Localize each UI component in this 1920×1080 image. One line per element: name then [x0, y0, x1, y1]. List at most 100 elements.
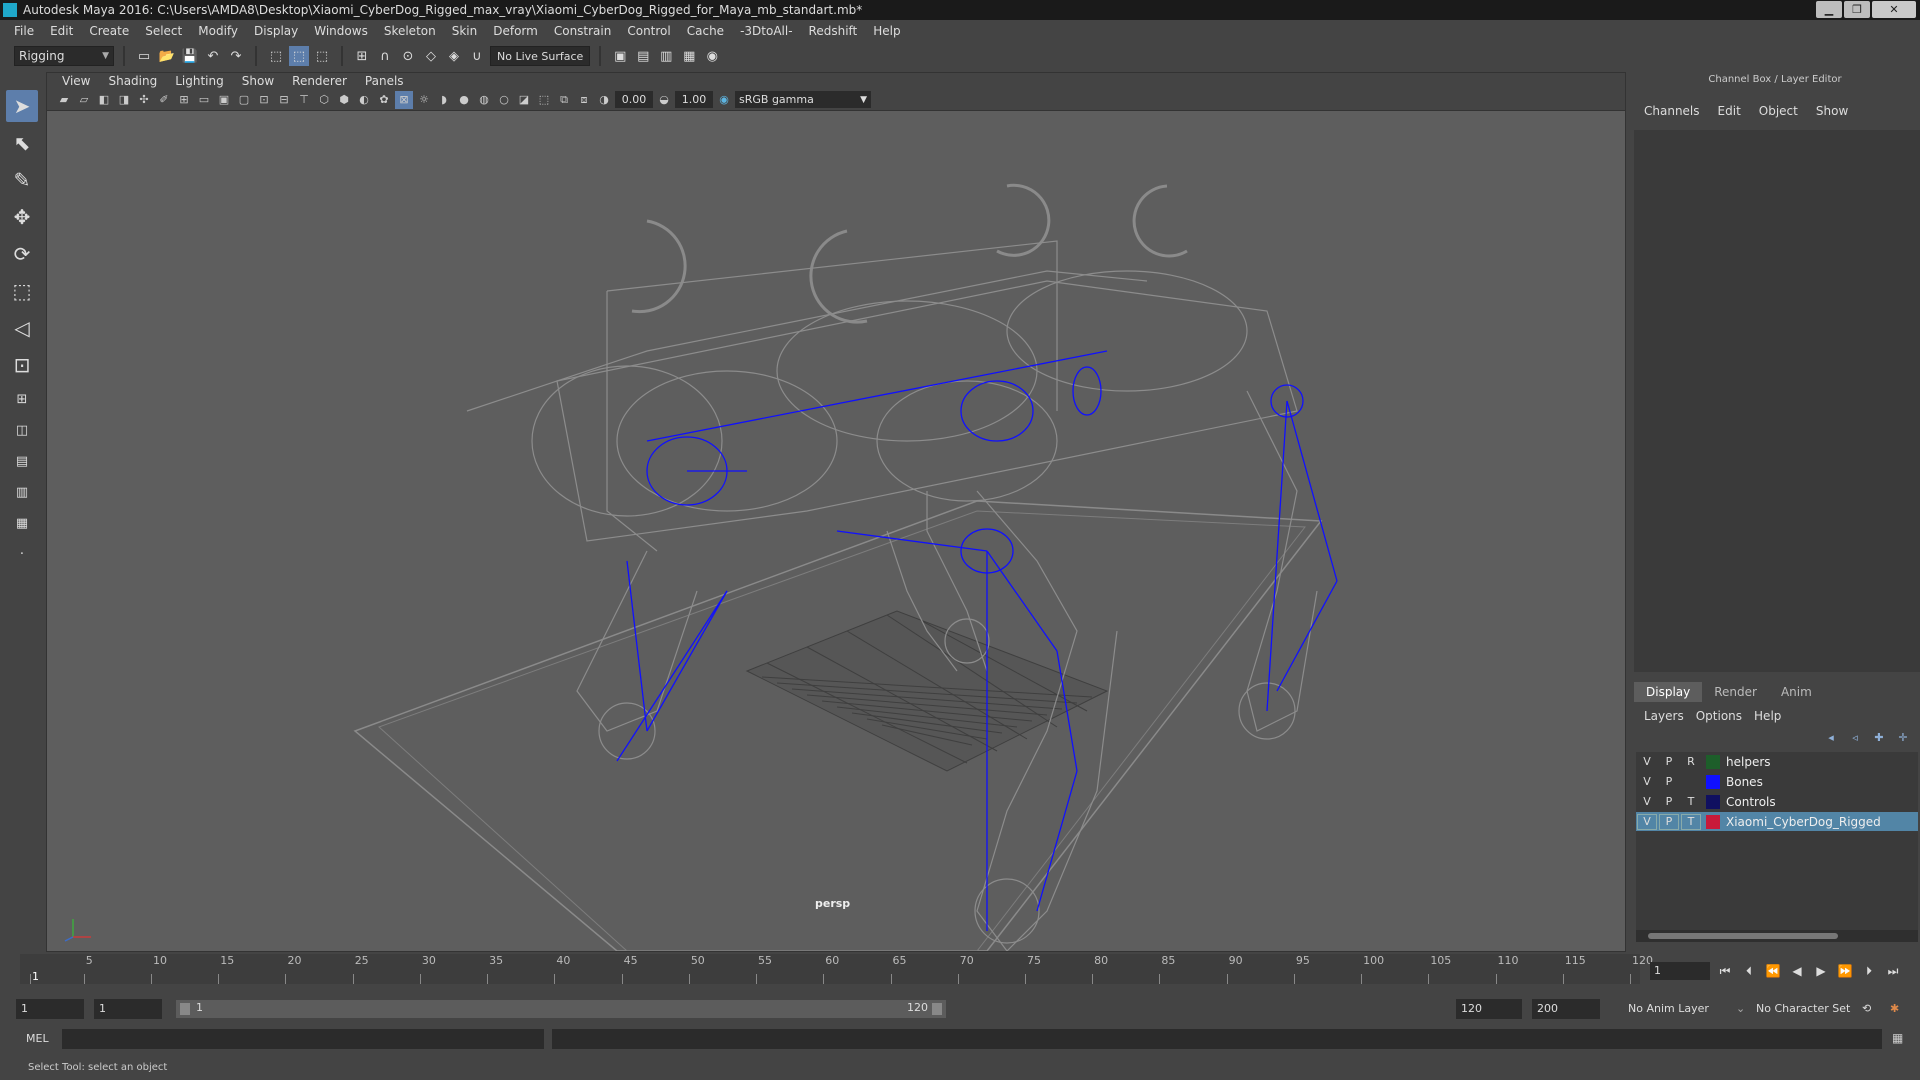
restore-button[interactable]: ❐	[1844, 1, 1870, 18]
gamma-field[interactable]: 1.00	[675, 91, 713, 108]
exposure-icon[interactable]: ◑	[595, 91, 613, 109]
undo-icon[interactable]: ↶	[203, 46, 223, 66]
show-manipulator-icon[interactable]: ⊡	[6, 349, 38, 381]
camera-icon[interactable]: ▰	[55, 91, 73, 109]
vp-menu-shading[interactable]: Shading	[99, 74, 166, 88]
render-frame-icon[interactable]: ▤	[633, 46, 653, 66]
motion-blur-icon[interactable]: ◍	[475, 91, 493, 109]
minimize-button[interactable]: ▁	[1816, 1, 1842, 18]
tab-render[interactable]: Render	[1702, 682, 1769, 702]
visibility-toggle[interactable]: V	[1636, 755, 1658, 768]
redo-icon[interactable]: ↷	[226, 46, 246, 66]
menuset-dropdown[interactable]: Rigging ▼	[14, 46, 114, 66]
select-hierarchy-icon[interactable]: ⬚	[266, 46, 286, 66]
menu-layer-help[interactable]: Help	[1754, 709, 1781, 723]
layer-row-selected[interactable]: V P T Xiaomi_CyberDog_Rigged	[1636, 812, 1918, 832]
isolate-select-icon[interactable]: ⬚	[535, 91, 553, 109]
menu-3dtoall[interactable]: -3DtoAll-	[732, 24, 800, 38]
auto-key-icon[interactable]: ⟲	[1862, 999, 1871, 1019]
colorspace-dropdown[interactable]: sRGB gamma ▼	[735, 91, 871, 108]
menu-object[interactable]: Object	[1759, 104, 1798, 128]
go-to-end-icon[interactable]: ⏭	[1884, 962, 1902, 980]
character-set-dropdown[interactable]: No Character Set	[1756, 999, 1850, 1019]
snap-curve-icon[interactable]: ∩	[375, 46, 395, 66]
smooth-shade-icon[interactable]: ⬢	[335, 91, 353, 109]
layer-horizontal-scrollbar[interactable]	[1636, 930, 1918, 942]
last-tool-icon[interactable]: ◁	[6, 312, 38, 344]
resolution-gate-icon[interactable]: ▣	[215, 91, 233, 109]
menu-deform[interactable]: Deform	[485, 24, 546, 38]
close-button[interactable]: ✕	[1872, 1, 1916, 18]
script-editor-icon[interactable]: ▦	[1892, 1031, 1908, 1047]
playback-start-field[interactable]: 1	[94, 999, 162, 1019]
ipr-render-icon[interactable]: ▥	[656, 46, 676, 66]
camera-attributes-icon[interactable]: ▱	[75, 91, 93, 109]
layer-color-swatch[interactable]	[1706, 794, 1720, 809]
vp-menu-view[interactable]: View	[53, 74, 99, 88]
menu-edit[interactable]: Edit	[42, 24, 81, 38]
move-tool-icon[interactable]: ✥	[6, 201, 38, 233]
playback-toggle[interactable]: P	[1659, 813, 1679, 830]
select-component-icon[interactable]: ⬚	[312, 46, 332, 66]
vp-menu-lighting[interactable]: Lighting	[166, 74, 233, 88]
menu-select[interactable]: Select	[137, 24, 190, 38]
step-forward-key-icon[interactable]: ⏩	[1836, 962, 1854, 980]
animation-start-field[interactable]: 1	[16, 999, 84, 1019]
anti-alias-icon[interactable]: ○	[495, 91, 513, 109]
lasso-tool-icon[interactable]: ⬉	[6, 127, 38, 159]
visibility-toggle[interactable]: V	[1636, 795, 1658, 808]
lights-icon[interactable]: ☼	[415, 91, 433, 109]
grease-pencil-icon[interactable]: ✐	[155, 91, 173, 109]
menu-cache[interactable]: Cache	[679, 24, 732, 38]
step-back-icon[interactable]: ⏴	[1740, 962, 1758, 980]
menu-control[interactable]: Control	[619, 24, 678, 38]
step-back-key-icon[interactable]: ⏪	[1764, 962, 1782, 980]
play-forward-icon[interactable]: ▶	[1812, 962, 1830, 980]
new-empty-layer-icon[interactable]: ✚	[1870, 728, 1888, 746]
live-surface-field[interactable]: No Live Surface	[490, 46, 591, 66]
menu-cb-show[interactable]: Show	[1816, 104, 1848, 128]
menu-constrain[interactable]: Constrain	[546, 24, 620, 38]
snap-plane-icon[interactable]: ◇	[421, 46, 441, 66]
vp-menu-panels[interactable]: Panels	[356, 74, 413, 88]
ambient-occlusion-icon[interactable]: ●	[455, 91, 473, 109]
display-type-toggle[interactable]: R	[1680, 755, 1702, 768]
range-start-handle[interactable]	[180, 1003, 190, 1015]
select-object-icon[interactable]: ⬚	[289, 46, 309, 66]
layer-row[interactable]: V P Bones	[1636, 772, 1918, 792]
layer-color-swatch[interactable]	[1706, 754, 1720, 769]
layout-outliner-icon[interactable]: ▤	[6, 448, 38, 474]
menu-skeleton[interactable]: Skeleton	[376, 24, 444, 38]
menu-options[interactable]: Options	[1696, 709, 1742, 723]
command-input[interactable]	[62, 1029, 544, 1049]
exposure-field[interactable]: 0.00	[615, 91, 653, 108]
scene-view[interactable]	[47, 111, 1625, 951]
bookmark-icon[interactable]: ◧	[95, 91, 113, 109]
safe-title-icon[interactable]: ⊤	[295, 91, 313, 109]
2d-pan-icon[interactable]: ✣	[135, 91, 153, 109]
gamma-icon[interactable]: ◒	[655, 91, 673, 109]
channel-box-area[interactable]	[1634, 130, 1920, 672]
vp-menu-renderer[interactable]: Renderer	[283, 74, 356, 88]
depth-of-field-icon[interactable]: ◪	[515, 91, 533, 109]
vp-menu-show[interactable]: Show	[233, 74, 283, 88]
menu-display[interactable]: Display	[246, 24, 306, 38]
playback-end-field[interactable]: 120	[1456, 999, 1522, 1019]
menu-modify[interactable]: Modify	[190, 24, 246, 38]
new-scene-icon[interactable]: ▭	[134, 46, 154, 66]
select-tool-icon[interactable]: ➤	[6, 90, 38, 122]
menu-windows[interactable]: Windows	[306, 24, 376, 38]
snap-surface-icon[interactable]: ◈	[444, 46, 464, 66]
grid-icon[interactable]: ⊞	[175, 91, 193, 109]
layer-row[interactable]: V P R helpers	[1636, 752, 1918, 772]
xray-active-icon[interactable]: ⧈	[575, 91, 593, 109]
menu-create[interactable]: Create	[81, 24, 137, 38]
layout-four-view-icon[interactable]: ⊞	[6, 386, 38, 412]
layer-color-swatch[interactable]	[1706, 814, 1720, 829]
layer-row[interactable]: V P T Controls	[1636, 792, 1918, 812]
film-gate-icon[interactable]: ▭	[195, 91, 213, 109]
display-type-toggle[interactable]: T	[1681, 813, 1701, 830]
playback-toggle[interactable]: P	[1658, 755, 1680, 768]
layout-hypershade-icon[interactable]: ▦	[6, 510, 38, 536]
menu-cb-edit[interactable]: Edit	[1718, 104, 1741, 128]
